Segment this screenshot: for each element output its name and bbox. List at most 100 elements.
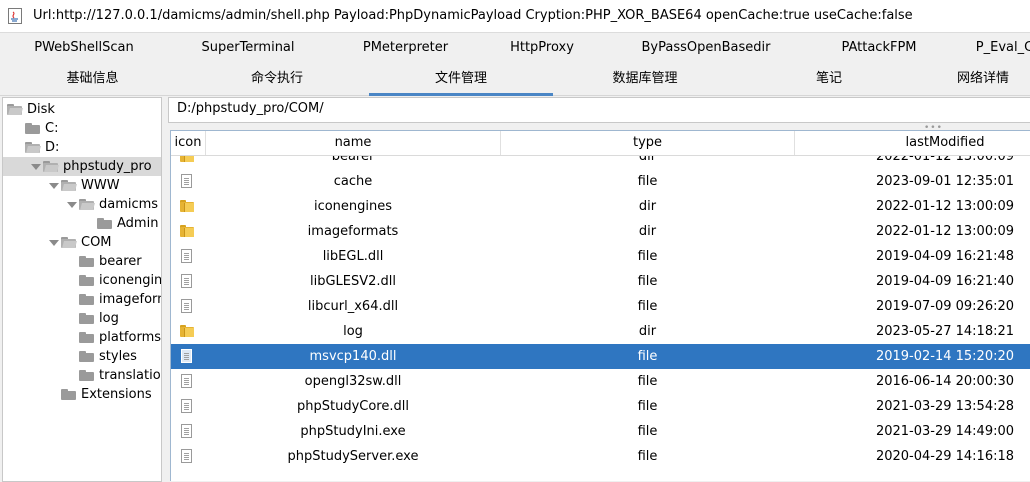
cell-type: file	[637, 399, 658, 414]
folder-icon	[79, 370, 94, 381]
tree-node-label: phpstudy_pro	[63, 159, 152, 174]
table-row[interactable]: bearer dir 2022-01-12 13:00:09	[171, 156, 1030, 169]
tab-file-manager[interactable]: 文件管理	[369, 64, 553, 96]
table-row[interactable]: phpStudyServer.exe file 2020-04-29 14:16:1…	[171, 444, 1030, 469]
cell-lastmodified: 2022-01-12 13:00:09	[875, 224, 1015, 239]
tab-pwebshellscan[interactable]: PWebShellScan	[0, 33, 168, 64]
tree-node[interactable]: log	[3, 309, 161, 328]
folder-icon	[79, 275, 94, 286]
cell-type: file	[637, 424, 658, 439]
cell-icon	[171, 169, 205, 194]
window-title: Url:http://127.0.0.1/damicms/admin/shell…	[33, 8, 913, 23]
tree-node[interactable]: Admin	[3, 214, 161, 233]
tab-basic-info[interactable]: 基础信息	[0, 64, 185, 95]
tab-p-eval-c[interactable]: P_Eval_C	[947, 33, 1030, 64]
cell-icon	[171, 194, 205, 219]
tree-node[interactable]: phpstudy_pro	[3, 157, 161, 176]
tab-bypassopenbasedir[interactable]: ByPassOpenBasedir	[601, 33, 811, 64]
column-header-icon[interactable]: icon	[171, 131, 206, 155]
tab-pattackfpm[interactable]: PAttackFPM	[811, 33, 947, 64]
tab-notes[interactable]: 笔记	[737, 64, 921, 95]
table-row[interactable]: msvcp140.dll file 2019-02-14 15:20:20	[171, 344, 1030, 369]
cell-lastmodified: 2019-04-09 16:21:40	[875, 274, 1015, 289]
tree-node[interactable]: platforms	[3, 328, 161, 347]
cell-name: log	[343, 324, 363, 339]
tree-node[interactable]: damicms	[3, 195, 161, 214]
cell-name: imageformats	[307, 224, 399, 239]
cell-icon	[171, 369, 205, 394]
file-icon	[181, 424, 192, 438]
table-header: icon name type lastModified	[171, 131, 1030, 156]
tree-node[interactable]: WWW	[3, 176, 161, 195]
folder-open-icon	[43, 161, 59, 172]
tab-network-details[interactable]: 网络详情	[921, 64, 1030, 95]
table-row[interactable]: libEGL.dll file 2019-04-09 16:21:48	[171, 244, 1030, 269]
table-row[interactable]: iconengines dir 2022-01-12 13:00:09	[171, 194, 1030, 219]
cell-type: file	[637, 299, 658, 314]
table-row[interactable]: libGLESV2.dll file 2019-04-09 16:21:40	[171, 269, 1030, 294]
tree-node[interactable]: D:	[3, 138, 161, 157]
tab-command-exec[interactable]: 命令执行	[185, 64, 369, 95]
column-header-type[interactable]: type	[501, 131, 795, 155]
tree-node[interactable]: iconengines	[3, 271, 161, 290]
tree-node-label: D:	[45, 140, 60, 155]
expand-arrow-icon[interactable]	[31, 164, 41, 170]
tree-node[interactable]: Extensions	[3, 385, 161, 404]
cell-type: dir	[638, 199, 657, 214]
directory-tree[interactable]: Disk C: D: phpstudy_pro WWW damicms Admin COM be…	[2, 97, 162, 482]
table-row[interactable]: imageformats dir 2022-01-12 13:00:09	[171, 219, 1030, 244]
cell-name: phpStudyIni.exe	[300, 424, 406, 439]
file-icon	[181, 399, 192, 413]
folder-icon	[180, 156, 194, 162]
table-row[interactable]: log dir 2023-05-27 14:18:21	[171, 319, 1030, 344]
expand-arrow-icon[interactable]	[49, 240, 59, 246]
column-header-name[interactable]: name	[206, 131, 501, 155]
cell-type: file	[637, 249, 658, 264]
tab-database-manager[interactable]: 数据库管理	[553, 64, 737, 95]
cell-lastmodified: 2022-01-12 13:00:09	[875, 199, 1015, 214]
tree-node-label: log	[99, 311, 119, 326]
table-row[interactable]: libcurl_x64.dll file 2019-07-09 09:26:20	[171, 294, 1030, 319]
tree-node-label: Admin	[117, 216, 159, 231]
folder-open-icon	[61, 237, 77, 248]
folder-icon	[25, 123, 40, 134]
tree-node[interactable]: Disk	[3, 100, 161, 119]
cell-name: opengl32sw.dll	[304, 374, 402, 389]
folder-open-icon	[25, 142, 41, 153]
cell-name: phpStudyServer.exe	[287, 449, 419, 464]
table-row[interactable]: phpStudyIni.exe file 2021-03-29 14:49:00	[171, 419, 1030, 444]
cell-lastmodified: 2021-03-29 13:54:28	[875, 399, 1015, 414]
tree-node[interactable]: imageformats	[3, 290, 161, 309]
tab-httpproxy[interactable]: HttpProxy	[483, 33, 601, 64]
cell-name: iconengines	[313, 199, 393, 214]
tree-node[interactable]: bearer	[3, 252, 161, 271]
cell-type: file	[637, 449, 658, 464]
tab-superterminal[interactable]: SuperTerminal	[168, 33, 328, 64]
tree-node[interactable]: styles	[3, 347, 161, 366]
title-bar: Url:http://127.0.0.1/damicms/admin/shell…	[0, 0, 1030, 33]
cell-lastmodified: 2019-02-14 15:20:20	[875, 349, 1015, 364]
cell-name: bearer	[331, 156, 375, 164]
table-row[interactable]: cache file 2023-09-01 12:35:01	[171, 169, 1030, 194]
cell-lastmodified: 2019-07-09 09:26:20	[875, 299, 1015, 314]
tree-node[interactable]: COM	[3, 233, 161, 252]
cell-lastmodified: 2023-05-27 14:18:21	[875, 324, 1015, 339]
expand-arrow-icon[interactable]	[67, 202, 77, 208]
file-table: icon name type lastModified bearer dir 202…	[170, 130, 1030, 481]
file-icon	[181, 174, 192, 188]
column-header-lastmodified[interactable]: lastModified	[795, 131, 1030, 155]
table-row[interactable]: phpStudyCore.dll file 2021-03-29 13:54:28	[171, 394, 1030, 419]
cell-icon	[171, 244, 205, 269]
cell-icon	[171, 269, 205, 294]
expand-arrow-icon[interactable]	[49, 183, 59, 189]
tree-node[interactable]: C:	[3, 119, 161, 138]
tab-pmeterpreter[interactable]: PMeterpreter	[328, 33, 483, 64]
table-row[interactable]: opengl32sw.dll file 2016-06-14 20:00:30	[171, 369, 1030, 394]
cell-icon	[171, 394, 205, 419]
folder-open-icon	[61, 180, 77, 191]
tree-node[interactable]: translations	[3, 366, 161, 385]
cell-name: cache	[333, 174, 373, 189]
cell-icon	[171, 319, 205, 344]
path-field[interactable]: D:/phpstudy_pro/COM/	[168, 97, 1030, 123]
path-text: D:/phpstudy_pro/COM/	[177, 101, 324, 116]
